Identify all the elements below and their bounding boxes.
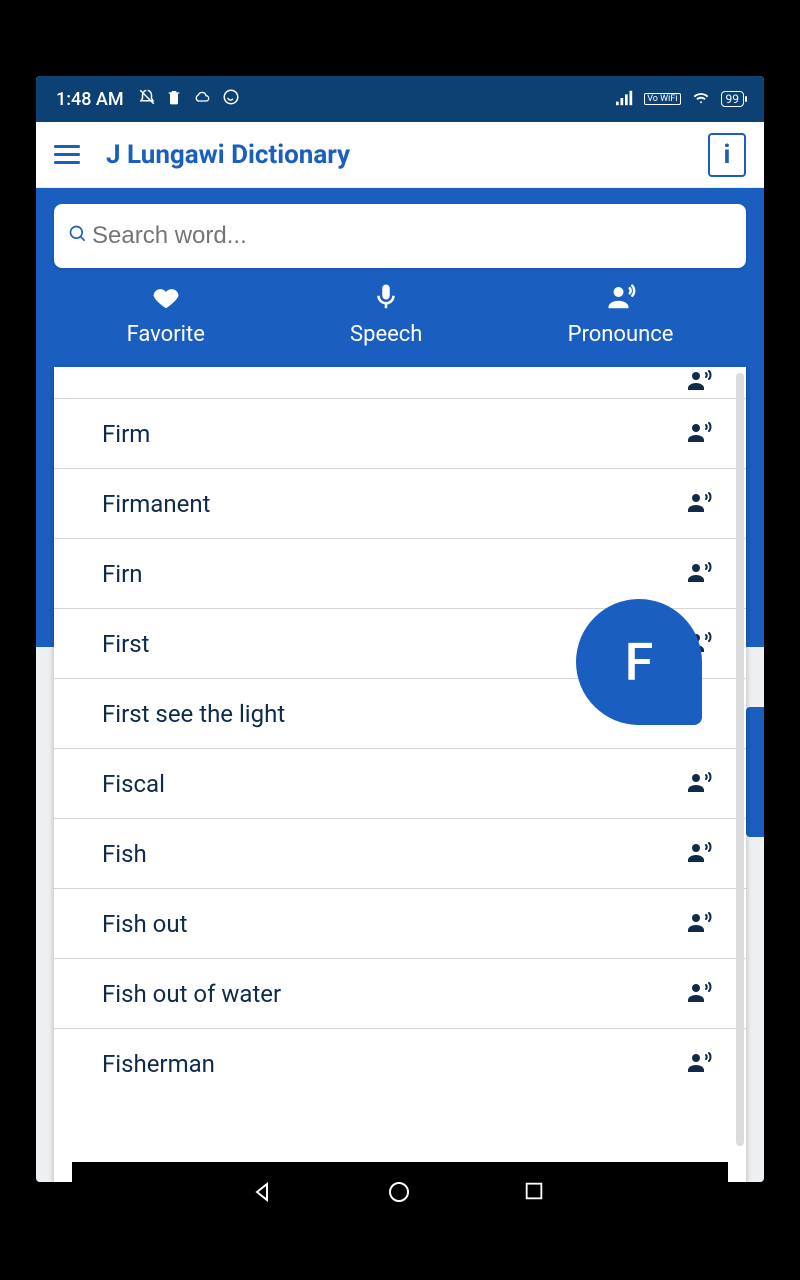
tab-pronounce-label: Pronounce bbox=[568, 322, 674, 347]
speak-icon[interactable] bbox=[688, 910, 712, 938]
word-label: Firn bbox=[102, 560, 143, 588]
info-button[interactable]: i bbox=[708, 133, 746, 177]
heart-icon bbox=[151, 282, 181, 318]
list-item[interactable]: Fish out bbox=[54, 889, 746, 959]
word-label: Firmanent bbox=[102, 490, 210, 518]
speak-icon[interactable] bbox=[688, 1050, 712, 1078]
word-list-card: Fir Firm Firmanent bbox=[54, 367, 746, 1182]
tabs: Favorite Speech Pronounce bbox=[54, 274, 746, 361]
speak-icon[interactable] bbox=[688, 980, 712, 1008]
search-icon bbox=[68, 224, 88, 248]
word-label: Fish out of water bbox=[102, 980, 281, 1008]
trash-icon bbox=[166, 88, 182, 111]
list-item[interactable]: Fish out of water bbox=[54, 959, 746, 1029]
whatsapp-icon bbox=[222, 88, 240, 111]
battery-badge: 99 bbox=[721, 91, 745, 107]
content-area: Fir Firm Firmanent bbox=[36, 367, 764, 1182]
search-box[interactable] bbox=[54, 204, 746, 268]
nav-recent-icon[interactable] bbox=[523, 1180, 549, 1206]
scrollbar-track[interactable] bbox=[736, 373, 744, 1146]
speak-icon[interactable] bbox=[688, 840, 712, 868]
mic-icon bbox=[371, 282, 401, 318]
wifi-icon bbox=[691, 90, 711, 109]
system-navbar bbox=[72, 1162, 728, 1224]
list-item[interactable]: Fiscal bbox=[54, 749, 746, 819]
list-item[interactable]: Fir bbox=[54, 367, 746, 399]
menu-icon[interactable] bbox=[54, 140, 80, 169]
search-tab-panel: Favorite Speech Pronounce bbox=[36, 188, 764, 367]
speak-icon[interactable] bbox=[688, 770, 712, 798]
vowifi-badge: Vo WiFi bbox=[644, 93, 680, 105]
list-item[interactable]: Firm bbox=[54, 399, 746, 469]
speak-icon[interactable] bbox=[688, 560, 712, 588]
speak-icon[interactable] bbox=[688, 368, 712, 396]
tab-favorite[interactable]: Favorite bbox=[121, 274, 211, 361]
tab-speech[interactable]: Speech bbox=[344, 274, 428, 361]
word-label: First see the light bbox=[102, 700, 285, 728]
index-letter: F bbox=[625, 632, 654, 693]
index-bubble: F bbox=[576, 599, 702, 725]
signal-icon bbox=[616, 90, 634, 109]
scroll-thumb[interactable] bbox=[746, 707, 764, 837]
word-label: Firm bbox=[102, 420, 150, 448]
tab-favorite-label: Favorite bbox=[127, 322, 205, 347]
speak-icon[interactable] bbox=[688, 420, 712, 448]
word-label: Fish bbox=[102, 840, 147, 868]
list-item[interactable]: Fisherman bbox=[54, 1029, 746, 1099]
search-input[interactable] bbox=[92, 222, 732, 250]
word-label: Fisherman bbox=[102, 1050, 215, 1078]
list-item[interactable]: Firmanent bbox=[54, 469, 746, 539]
pronounce-icon bbox=[606, 282, 636, 318]
list-item[interactable]: Fish bbox=[54, 819, 746, 889]
tab-pronounce[interactable]: Pronounce bbox=[562, 274, 680, 361]
app-bar: J Lungawi Dictionary i bbox=[36, 122, 764, 188]
speak-icon[interactable] bbox=[688, 490, 712, 518]
tab-speech-label: Speech bbox=[350, 322, 422, 347]
dnd-icon bbox=[138, 88, 156, 111]
app-title: J Lungawi Dictionary bbox=[96, 140, 692, 170]
word-label: Fish out bbox=[102, 910, 187, 938]
status-time: 1:48 AM bbox=[56, 89, 124, 110]
word-label: Fiscal bbox=[102, 770, 165, 798]
status-bar: 1:48 AM bbox=[36, 76, 764, 122]
word-label: First bbox=[102, 630, 149, 658]
nav-back-icon[interactable] bbox=[251, 1180, 277, 1206]
cloud-icon bbox=[192, 89, 212, 110]
nav-home-icon[interactable] bbox=[387, 1180, 413, 1206]
